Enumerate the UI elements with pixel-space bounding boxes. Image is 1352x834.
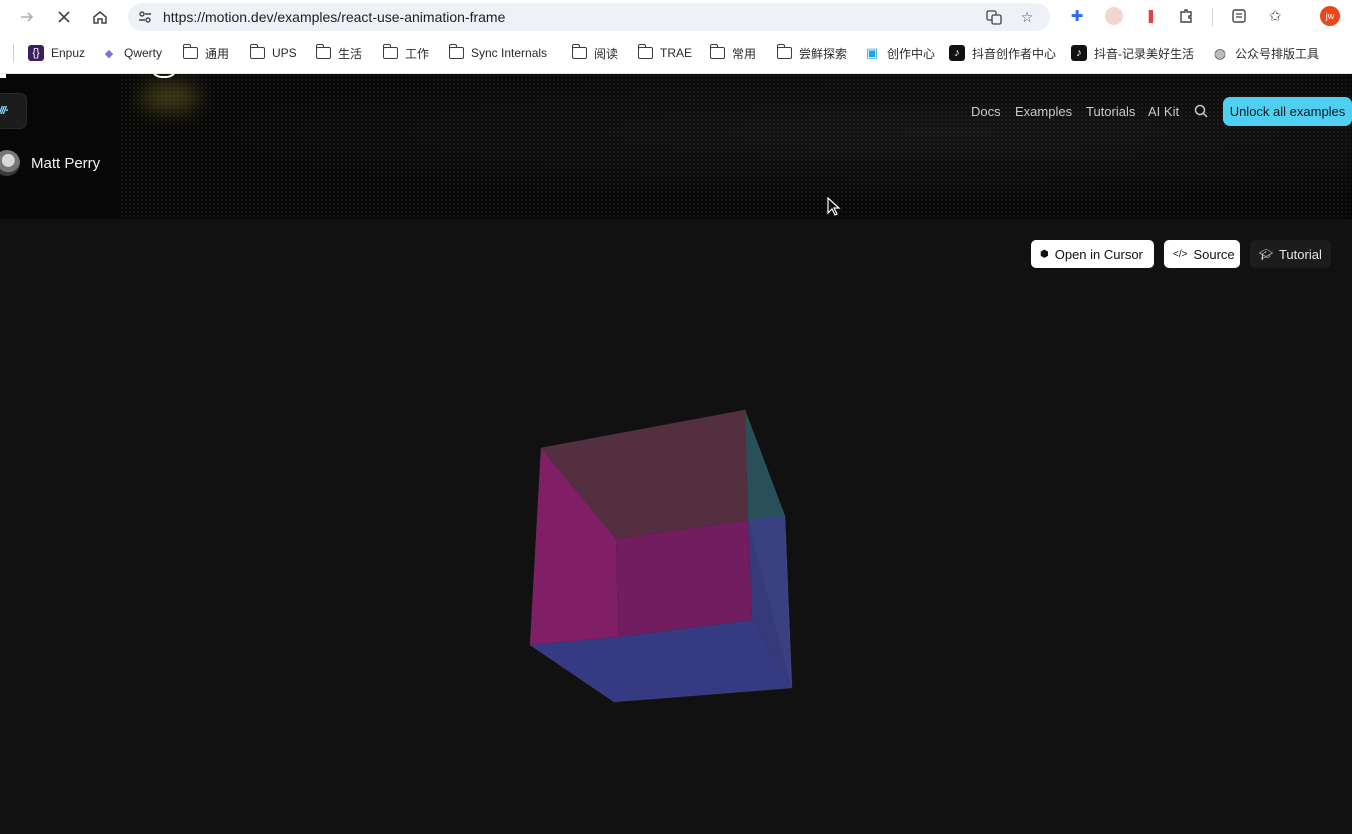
bookmark-extension-icon[interactable]: ❚ <box>1142 7 1160 25</box>
extension-puzzle-icon[interactable]: ✚ <box>1068 7 1086 25</box>
bookmark-folder-tongyong[interactable]: 通用 <box>182 44 230 62</box>
bookmark-douyin[interactable]: ♪ 抖音-记录美好生活 <box>1071 44 1194 62</box>
bookmark-folder-yuedu[interactable]: 阅读 <box>571 44 619 62</box>
folder-icon <box>448 44 464 59</box>
bookmark-label: 抖音-记录美好生活 <box>1094 46 1194 61</box>
bookmark-label: UPS <box>272 46 297 60</box>
tiktok-icon: ♪ <box>949 45 965 61</box>
bookmarks-bar: {} Enpuz ◆ Qwerty 通用 UPS 生活 工作 Sync Inte… <box>0 38 1352 68</box>
animated-cube <box>529 409 793 703</box>
bookmark-label: 生活 <box>338 46 363 61</box>
favorites-icon[interactable]: ✩ <box>1266 7 1284 25</box>
browser-chrome: https://motion.dev/examples/react-use-an… <box>0 0 1352 74</box>
bookmark-gongzhonghao[interactable]: ◍ 公众号排版工具 <box>1212 44 1319 62</box>
bilibili-icon: ▣ <box>865 45 879 60</box>
folder-icon <box>315 44 331 59</box>
folder-icon <box>637 44 653 59</box>
folder-icon <box>571 44 587 59</box>
bookmark-folder-changxian[interactable]: 尝鲜探索 <box>776 44 848 62</box>
bookmark-enpuz[interactable]: {} Enpuz <box>28 44 85 62</box>
url-text[interactable]: https://motion.dev/examples/react-use-an… <box>163 9 505 25</box>
mouse-pointer-icon <box>827 197 841 216</box>
bookmark-folder-sync-internals[interactable]: Sync Internals <box>448 44 548 62</box>
bookmark-label: Qwerty <box>124 46 163 60</box>
bookmark-folder-gongzuo[interactable]: 工作 <box>382 44 430 62</box>
qwerty-icon: ◆ <box>104 47 114 60</box>
bookmark-label: Sync Internals <box>471 46 548 60</box>
close-icon <box>58 11 70 23</box>
folder-icon <box>382 44 398 59</box>
bookmark-chuangzuo[interactable]: ▣ 创作中心 <box>864 44 935 62</box>
toolbar-divider <box>1212 8 1213 26</box>
arrow-right-icon <box>21 12 34 22</box>
globe-icon: ◍ <box>1213 44 1227 61</box>
bookmark-label: 公众号排版工具 <box>1235 46 1320 61</box>
bookmark-label: TRAE <box>660 46 693 60</box>
bookmark-douyin-creator[interactable]: ♪ 抖音创作者中心 <box>949 44 1056 62</box>
bookmark-label: Enpuz <box>51 46 86 60</box>
forward-button[interactable] <box>14 4 40 30</box>
extensions-menu-icon[interactable] <box>1177 7 1195 25</box>
reading-list-icon[interactable] <box>1230 7 1248 25</box>
browser-toolbar: https://motion.dev/examples/react-use-an… <box>0 0 1352 34</box>
enpuz-icon: {} <box>28 45 44 61</box>
bookmark-label: 尝鲜探索 <box>799 46 848 61</box>
tiktok-icon: ♪ <box>1071 45 1087 61</box>
translate-icon[interactable] <box>986 9 1002 25</box>
bookmark-qwerty[interactable]: ◆ Qwerty <box>101 44 162 62</box>
bookmark-label: 抖音创作者中心 <box>972 46 1057 61</box>
bookmark-label: 通用 <box>205 46 230 61</box>
profile-extension-icon[interactable] <box>1105 7 1123 25</box>
address-bar[interactable]: https://motion.dev/examples/react-use-an… <box>128 3 1050 31</box>
folder-icon <box>249 44 265 59</box>
bookmark-label: 常用 <box>732 46 757 61</box>
bookmark-label: 工作 <box>405 46 430 61</box>
stop-button[interactable] <box>51 4 77 30</box>
cube-face-back <box>616 520 752 637</box>
bookmark-folder-changyong[interactable]: 常用 <box>709 44 757 62</box>
bookmark-folder-ups[interactable]: UPS <box>249 44 297 62</box>
home-icon <box>93 11 107 24</box>
folder-icon <box>182 44 198 59</box>
bookmark-label: 创作中心 <box>887 46 936 61</box>
page-content: ///· Docs Examples Tutorials AI Kit Unlo… <box>0 74 1352 834</box>
home-button[interactable] <box>87 4 113 30</box>
profile-avatar[interactable]: jw <box>1320 6 1340 26</box>
bookmark-star-icon[interactable]: ☆ <box>1019 9 1035 25</box>
bookmark-label: 阅读 <box>594 46 619 61</box>
folder-icon <box>776 44 792 59</box>
site-settings-icon[interactable] <box>137 9 153 25</box>
bookmark-folder-shenghuo[interactable]: 生活 <box>315 44 363 62</box>
bookmark-folder-trae[interactable]: TRAE <box>637 44 693 62</box>
folder-icon <box>709 44 725 59</box>
